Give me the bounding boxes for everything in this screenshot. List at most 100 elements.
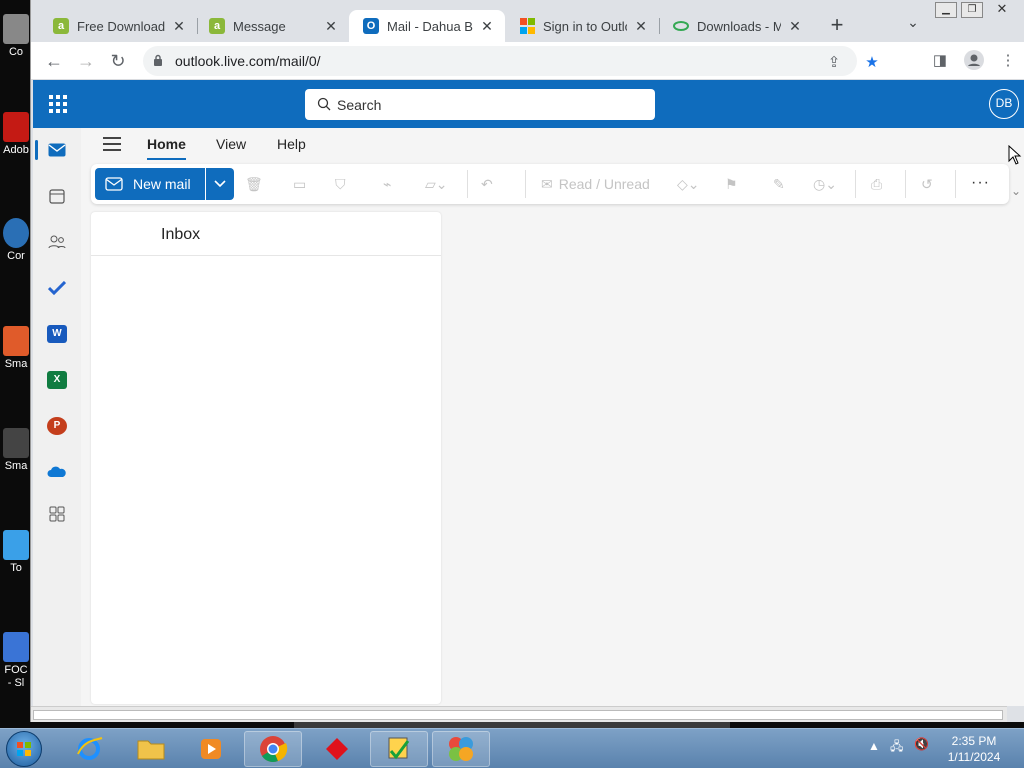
new-mail-label: New mail [133,176,191,192]
close-tab-icon[interactable]: ✕ [323,18,339,35]
desktop-icon-foc[interactable]: FOC - Sl [2,632,30,690]
sweep-icon[interactable]: ⌁ [383,174,391,194]
people-app-icon[interactable] [43,228,71,256]
scrollbar-thumb[interactable] [33,710,1003,720]
mail-app-icon[interactable] [35,136,71,164]
snooze-clock-icon[interactable]: ◷⌄ [813,174,837,194]
desktop-icon-label: Sma [4,358,28,370]
report-shield-icon[interactable]: ⛉ [335,174,346,194]
desktop-icon-sma-2[interactable]: Sma [2,428,30,472]
word-app-icon[interactable]: W [43,320,71,348]
tab-view[interactable]: View [216,136,246,152]
start-button[interactable] [6,731,42,767]
more-apps-icon[interactable] [43,500,71,528]
chrome-icon [260,736,288,763]
search-input[interactable]: Search [305,89,655,120]
tab-title: Free Download A [77,18,165,34]
move-to-folder-icon[interactable]: ▱⌄ [425,174,448,194]
red-diamond-app-icon [326,738,348,760]
taskbar-paint-button[interactable] [432,731,490,767]
minimize-window-button[interactable]: ▁ [935,2,957,18]
taskbar-media-button[interactable] [182,731,240,767]
hamburger-menu-icon[interactable] [103,137,121,151]
favicon-a-icon: a [209,18,225,34]
horizontal-scrollbar[interactable] [31,706,1007,722]
tab-strip: a Free Download A ✕ a Message ✕ O Mail -… [31,0,1024,42]
powerpoint-app-icon[interactable]: P [43,412,71,440]
tab-free-download[interactable]: a Free Download A ✕ [39,10,197,42]
todo-app-icon[interactable] [43,274,71,302]
tab-search-chevron-icon[interactable]: ⌄ [901,14,925,38]
back-arrow-icon[interactable]: ← [41,48,67,74]
taskbar-checker-button[interactable] [370,731,428,767]
share-icon[interactable]: ⇪ [823,52,845,74]
tab-sign-in-outlook[interactable]: Sign in to Outloo ✕ [505,10,659,42]
outlook-header: Search DB [33,80,1024,128]
close-tab-icon[interactable]: ✕ [787,18,803,35]
calendar-app-icon[interactable] [43,182,71,210]
more-vert-icon[interactable]: ⋮ [997,50,1019,72]
system-clock[interactable]: 2:35 PM 1/11/2024 [938,733,1010,765]
volume-muted-icon[interactable]: 🔇 [914,737,929,751]
tab-home[interactable]: Home [147,136,186,160]
adobe-icon [3,112,29,142]
desktop-icon-label: Adob [3,144,29,156]
account-avatar[interactable]: DB [989,89,1019,119]
ribbon-collapse-chevron-icon[interactable]: ⌄ [1011,184,1021,198]
archive-icon[interactable]: ▭ [293,174,306,194]
new-mail-dropdown-button[interactable] [206,168,234,200]
close-tab-icon[interactable]: ✕ [171,18,187,35]
reply-icon[interactable]: ↶ [481,174,493,194]
taskbar-chrome-button[interactable] [244,731,302,767]
desktop-icon-label: Sma [4,460,28,472]
address-bar[interactable]: outlook.live.com/mail/0/ ⇪ ★ [143,46,879,76]
desktop-icon-computer[interactable]: Co [2,14,30,58]
search-icon [317,97,331,111]
close-tab-icon[interactable]: ✕ [633,18,649,35]
more-options-icon[interactable]: ··· [971,174,990,192]
tab-mail-dahua[interactable]: O Mail - Dahua Be ✕ [349,10,505,42]
app-launcher-icon[interactable] [49,95,67,113]
microsoft-logo-icon [519,18,535,34]
network-icon[interactable]: 🖧 [890,737,903,758]
desktop-icon-cor[interactable]: Cor [2,218,30,262]
app-shortcut-icon [3,530,29,560]
print-icon[interactable]: ⎙ [871,174,882,194]
taskbar-ie-button[interactable] [60,731,118,767]
taskbar: ▲ 🖧 🔇 2:35 PM 1/11/2024 [0,728,1024,768]
tab-help[interactable]: Help [277,136,306,152]
app-shortcut-icon [3,218,29,248]
desktop-icon-sma-1[interactable]: Sma [2,326,30,370]
app-shortcut-icon [3,326,29,356]
open-envelope-icon: ✉ [541,175,553,192]
bookmark-star-icon[interactable]: ★ [861,52,883,74]
show-hidden-icons-arrow[interactable]: ▲ [868,739,880,753]
profile-icon[interactable] [963,50,985,72]
maximize-window-button[interactable]: ❐ [961,2,983,18]
taskbar-app-red-button[interactable] [308,731,366,767]
side-panel-icon[interactable]: ◨ [929,50,951,72]
checkmark-app-icon [388,737,410,760]
tab-downloads[interactable]: Downloads - Mo ✕ [659,10,813,42]
pin-icon[interactable]: ✎ [773,174,785,194]
forward-arrow-icon[interactable]: → [73,48,99,74]
desktop-icon-adobe[interactable]: Adob [2,112,30,156]
close-window-button[interactable]: ✕ [991,2,1013,18]
excel-app-icon[interactable]: X [43,366,71,394]
reload-icon[interactable]: ↻ [105,48,131,74]
desktop-icon-to[interactable]: To [2,530,30,574]
close-tab-icon[interactable]: ✕ [479,18,495,35]
delete-icon[interactable]: 🗑 [245,174,263,194]
new-tab-button[interactable]: + [825,14,849,38]
taskbar-explorer-button[interactable] [122,731,180,767]
undo-icon[interactable]: ↺ [921,174,933,194]
app-shortcut-icon [3,632,29,662]
tag-icon[interactable]: ◇⌄ [677,174,700,194]
tab-message[interactable]: a Message ✕ [195,10,349,42]
flag-icon[interactable]: ⚑ [725,174,738,194]
new-mail-button[interactable]: New mail [95,168,205,200]
read-unread-button[interactable]: ✉ Read / Unread [541,174,650,194]
onedrive-app-icon[interactable] [43,458,71,486]
tab-title: Downloads - Mo [697,18,781,34]
folder-icon [137,740,165,760]
